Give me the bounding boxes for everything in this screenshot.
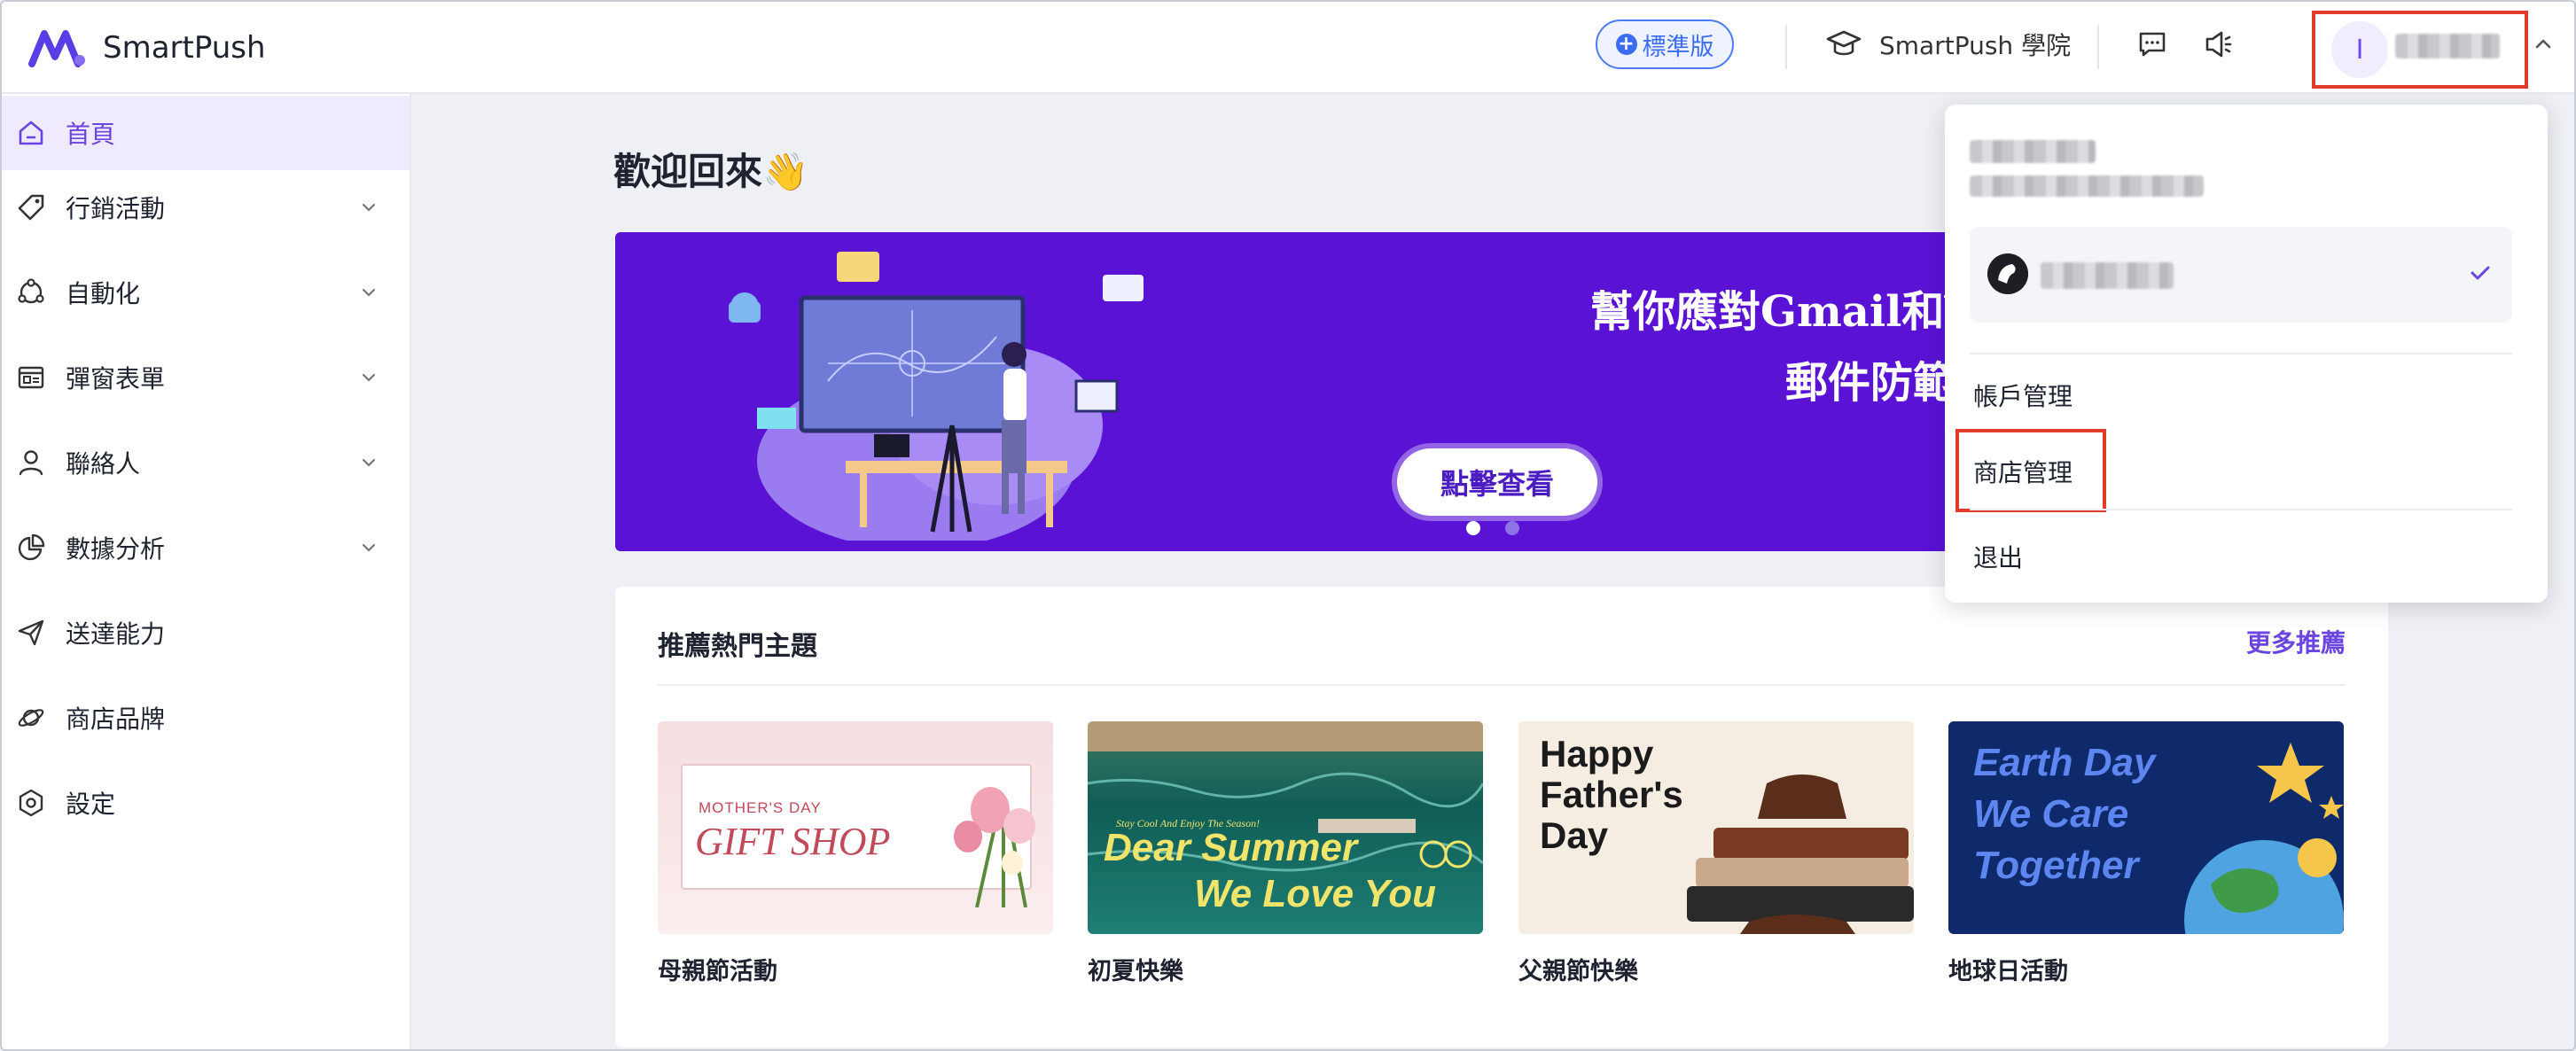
chevron-down-icon <box>362 458 376 467</box>
pie-chart-icon <box>18 533 45 561</box>
user-name-redacted[interactable] <box>2395 34 2500 58</box>
current-store-option[interactable] <box>1970 227 2512 323</box>
academy-link[interactable]: SmartPush 學院 <box>1826 21 2071 67</box>
earth-globe-icon <box>2184 743 2344 934</box>
chevron-down-icon <box>362 288 376 297</box>
theme-art-text: MOTHER'S DAY <box>699 799 822 816</box>
theme-thumbnail-fathers-day[interactable]: Happy Father's Day <box>1518 721 1914 934</box>
sidebar-item-label: 聯絡人 <box>66 449 141 479</box>
announcement-button[interactable] <box>2198 25 2237 64</box>
sidebar-item-marketing[interactable]: 行銷活動 <box>2 170 410 245</box>
theme-art-text: Earth Day We Care Together <box>1973 737 2155 891</box>
banner-illustration <box>729 252 1144 541</box>
brand[interactable]: SmartPush <box>28 23 266 73</box>
store-management-menu-item[interactable]: 商店管理 <box>1973 454 2073 489</box>
account-dropdown-menu: 帳戶管理 商店管理 退出 <box>1945 105 2548 603</box>
header-divider <box>2097 25 2099 69</box>
theme-label[interactable]: 初夏快樂 <box>1088 952 1183 986</box>
sidebar-item-label: 商店品牌 <box>66 705 166 734</box>
theme-thumbnail-early-summer[interactable]: Stay Cool And Enjoy The Season! Dear Sum… <box>1088 721 1483 934</box>
sidebar-item-deliverability[interactable]: 送達能力 <box>2 596 410 670</box>
header-divider <box>1785 25 1787 69</box>
settings-icon <box>19 789 43 817</box>
theme-art-text: GIFT SHOP <box>695 820 891 863</box>
sidebar-item-analytics[interactable]: 數據分析 <box>2 510 410 585</box>
sidebar-item-label: 數據分析 <box>66 534 166 564</box>
smartpush-logo-icon <box>28 30 85 67</box>
theme-art-line: We Care <box>1973 792 2129 836</box>
divider <box>1970 509 2512 510</box>
checkmark-icon <box>2471 266 2490 280</box>
sidebar: 首頁 行銷活動 自動化 彈窗表單 聯絡人 數據分析 送達能力 商店品牌 設定 <box>2 94 411 1049</box>
chevron-down-icon <box>362 203 376 212</box>
account-management-menu-item[interactable]: 帳戶管理 <box>1973 378 2073 413</box>
graduation-cap-icon <box>1826 30 1862 56</box>
theme-art-text: Happy Father's Day <box>1540 734 1683 856</box>
recommended-themes-card: 推薦熱門主題 更多推薦 MOTHER'S DAY GIFT SHOP 母親節活動 <box>615 587 2388 1047</box>
clothes-pile-icon <box>1687 775 1914 934</box>
chevron-up-icon[interactable] <box>2530 30 2556 57</box>
sidebar-item-label: 送達能力 <box>66 619 166 649</box>
automation-icon <box>18 278 44 304</box>
app-window: SmartPush + 標準版 SmartPush 學院 I 首頁 行銷活動 自… <box>0 0 2576 1051</box>
sidebar-item-contacts[interactable]: 聯絡人 <box>2 425 410 500</box>
home-icon <box>19 121 43 145</box>
sidebar-item-automation[interactable]: 自動化 <box>2 255 410 330</box>
theme-art-text: We Love You <box>1194 872 1437 915</box>
plan-badge[interactable]: + 標準版 <box>1596 19 1734 69</box>
sidebar-item-settings[interactable]: 設定 <box>2 766 410 840</box>
message-icon <box>2139 32 2166 57</box>
megaphone-icon <box>2205 31 2232 58</box>
planet-icon <box>18 709 44 727</box>
carousel-dot[interactable] <box>1505 521 1519 535</box>
theme-art-line: Together <box>1973 844 2139 887</box>
theme-art-line: Earth Day <box>1973 741 2156 784</box>
sidebar-item-label: 設定 <box>66 790 116 819</box>
sidebar-item-home[interactable]: 首頁 <box>2 96 410 170</box>
theme-art-line: Day <box>1540 814 1609 856</box>
account-name-redacted <box>1970 140 2096 163</box>
tag-icon <box>18 194 44 221</box>
chevron-down-icon <box>362 373 376 382</box>
sidebar-item-label: 首頁 <box>66 120 116 149</box>
avatar[interactable]: I <box>2331 21 2388 78</box>
section-title: 推薦熱門主題 <box>658 631 817 662</box>
user-icon <box>19 450 43 476</box>
flower-bouquet-icon <box>954 787 1035 907</box>
chevron-down-icon <box>362 543 376 552</box>
sidebar-item-store-brand[interactable]: 商店品牌 <box>2 681 410 755</box>
send-icon <box>18 619 44 646</box>
plan-badge-label: 標準版 <box>1642 33 1714 61</box>
account-email-redacted <box>1970 175 2204 197</box>
top-bar: SmartPush + 標準版 SmartPush 學院 I <box>2 2 2574 94</box>
message-button[interactable] <box>2133 25 2172 64</box>
store-logo-icon <box>1987 253 2028 294</box>
brand-name: SmartPush <box>103 30 266 66</box>
academy-label: SmartPush 學院 <box>1879 31 2072 60</box>
sidebar-item-popup-forms[interactable]: 彈窗表單 <box>2 340 410 415</box>
divider <box>658 684 2346 686</box>
form-icon <box>18 366 44 389</box>
banner-cta-button[interactable]: 點擊查看 <box>1397 448 1597 516</box>
theme-thumbnail-earth-day[interactable]: Earth Day We Care Together <box>1948 721 2344 934</box>
sidebar-item-label: 自動化 <box>66 279 141 308</box>
store-name-redacted <box>2041 262 2174 289</box>
theme-label[interactable]: 母親節活動 <box>658 952 777 986</box>
sidebar-item-label: 行銷活動 <box>66 194 166 223</box>
sidebar-item-label: 彈窗表單 <box>66 364 166 393</box>
theme-label[interactable]: 地球日活動 <box>1948 952 2068 986</box>
more-recommendations-link[interactable]: 更多推薦 <box>2246 624 2346 659</box>
theme-art-line: Father's <box>1540 774 1683 815</box>
divider <box>1970 353 2512 354</box>
theme-thumbnail-mothers-day[interactable]: MOTHER'S DAY GIFT SHOP <box>658 721 1053 934</box>
theme-art-line: Happy <box>1540 733 1654 775</box>
plus-icon: + <box>1615 34 1637 55</box>
logout-menu-item[interactable]: 退出 <box>1973 539 2023 574</box>
theme-label[interactable]: 父親節快樂 <box>1518 952 1638 986</box>
theme-art-text: Dear Summer <box>1104 826 1358 869</box>
page-title: 歡迎回來👋 <box>613 150 809 193</box>
carousel-dot-active[interactable] <box>1466 521 1480 535</box>
